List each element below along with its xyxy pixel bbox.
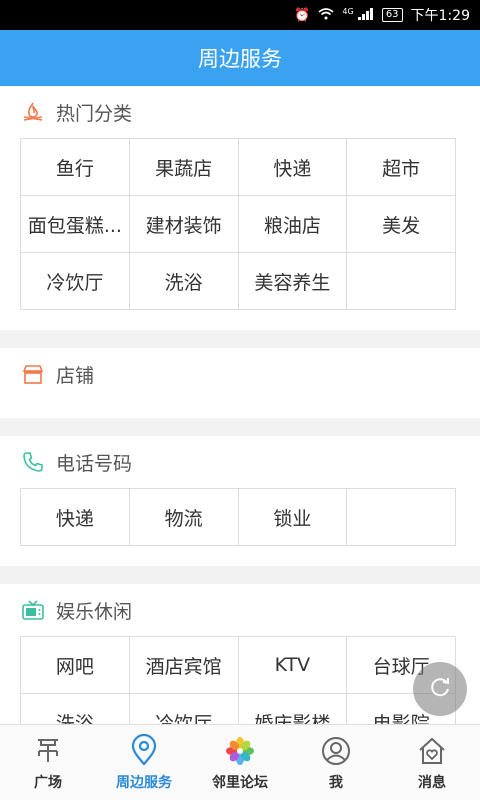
fun-header: 娱乐休闲: [0, 584, 480, 636]
fire-icon: [20, 99, 46, 125]
app-header: 周边服务: [0, 30, 480, 86]
refresh-icon: [427, 674, 453, 704]
hot-category-title: 热门分类: [56, 102, 133, 125]
tab-me[interactable]: 我: [288, 725, 384, 800]
store-icon: [20, 361, 46, 387]
main-content[interactable]: 热门分类 鱼行 果蔬店 快递 超市 面包蛋糕... 建材装饰 粮油店 美发 冷饮…: [0, 86, 480, 724]
clock: 下午1:29: [410, 8, 470, 24]
category-cell[interactable]: 快递: [238, 139, 348, 196]
battery-indicator: 63: [381, 8, 403, 22]
fun-category-cell[interactable]: 网吧: [21, 637, 130, 694]
empty-cell: [347, 253, 456, 310]
fun-category-cell[interactable]: 婚庆影楼: [238, 694, 348, 724]
category-cell[interactable]: 果蔬店: [129, 139, 239, 196]
flower-icon: [223, 734, 257, 768]
alarm-icon: ⏰: [294, 7, 311, 23]
hot-category-grid: 鱼行 果蔬店 快递 超市 面包蛋糕... 建材装饰 粮油店 美发 冷饮厅 洗浴 …: [20, 138, 456, 310]
fun-category-cell[interactable]: 冷饮厅: [129, 694, 239, 724]
fun-category-cell[interactable]: KTV: [238, 637, 348, 694]
tab-label: 我: [329, 774, 343, 791]
category-cell[interactable]: 冷饮厅: [21, 253, 130, 310]
fun-category-cell[interactable]: 酒店宾馆: [129, 637, 239, 694]
phone-grid: 快递 物流 锁业: [20, 488, 456, 546]
page-title: 周边服务: [198, 47, 282, 71]
fun-section: 娱乐休闲 网吧 酒店宾馆 KTV 台球厅 洗浴 冷饮厅 婚庆影楼 电影院: [0, 584, 480, 724]
wifi-icon: [318, 7, 334, 23]
store-section[interactable]: 店铺: [0, 348, 480, 418]
phone-icon: [20, 449, 46, 475]
network-type: 4G: [342, 6, 354, 16]
category-cell[interactable]: 洗浴: [129, 253, 239, 310]
phone-category-cell[interactable]: 锁业: [238, 489, 348, 546]
category-cell[interactable]: 建材装饰: [129, 196, 239, 253]
category-cell[interactable]: 美发: [347, 196, 456, 253]
category-cell[interactable]: 超市: [347, 139, 456, 196]
category-cell[interactable]: 鱼行: [21, 139, 130, 196]
fun-title: 娱乐休闲: [56, 600, 133, 623]
tab-messages[interactable]: 消息: [384, 725, 480, 800]
phone-title: 电话号码: [56, 452, 133, 475]
tab-label: 广场: [34, 774, 62, 791]
house-heart-icon: [415, 734, 449, 768]
empty-cell: [347, 489, 456, 546]
tv-icon: [20, 597, 46, 623]
tab-label: 邻里论坛: [212, 774, 268, 791]
tab-plaza[interactable]: 广场: [0, 725, 96, 800]
tab-label: 消息: [418, 774, 446, 791]
category-cell[interactable]: 粮油店: [238, 196, 348, 253]
phone-section: 电话号码 快递 物流 锁业: [0, 436, 480, 566]
phone-category-cell[interactable]: 物流: [129, 489, 239, 546]
store-title: 店铺: [56, 364, 95, 387]
fun-category-cell[interactable]: 洗浴: [21, 694, 130, 724]
tab-nearby-services[interactable]: 周边服务: [96, 725, 192, 800]
signal-icon: 4G: [342, 6, 373, 23]
hot-category-section: 热门分类 鱼行 果蔬店 快递 超市 面包蛋糕... 建材装饰 粮油店 美发 冷饮…: [0, 86, 480, 330]
status-bar: ⏰ 4G 63 下午1:29: [0, 0, 480, 30]
plaza-icon: [31, 734, 65, 768]
phone-header: 电话号码: [0, 436, 480, 488]
category-cell[interactable]: 美容养生: [238, 253, 348, 310]
tab-label: 周边服务: [116, 774, 172, 791]
store-header[interactable]: 店铺: [0, 348, 480, 400]
phone-category-cell[interactable]: 快递: [21, 489, 130, 546]
user-icon: [319, 734, 353, 768]
location-icon: [127, 733, 161, 768]
category-cell[interactable]: 面包蛋糕...: [21, 196, 130, 253]
bottom-tab-bar: 广场 周边服务 邻里论坛 我 消息: [0, 724, 480, 800]
tab-forum[interactable]: 邻里论坛: [192, 725, 288, 800]
refresh-float-button[interactable]: [413, 662, 467, 716]
fun-grid: 网吧 酒店宾馆 KTV 台球厅 洗浴 冷饮厅 婚庆影楼 电影院: [20, 636, 456, 724]
hot-category-header: 热门分类: [0, 86, 480, 138]
